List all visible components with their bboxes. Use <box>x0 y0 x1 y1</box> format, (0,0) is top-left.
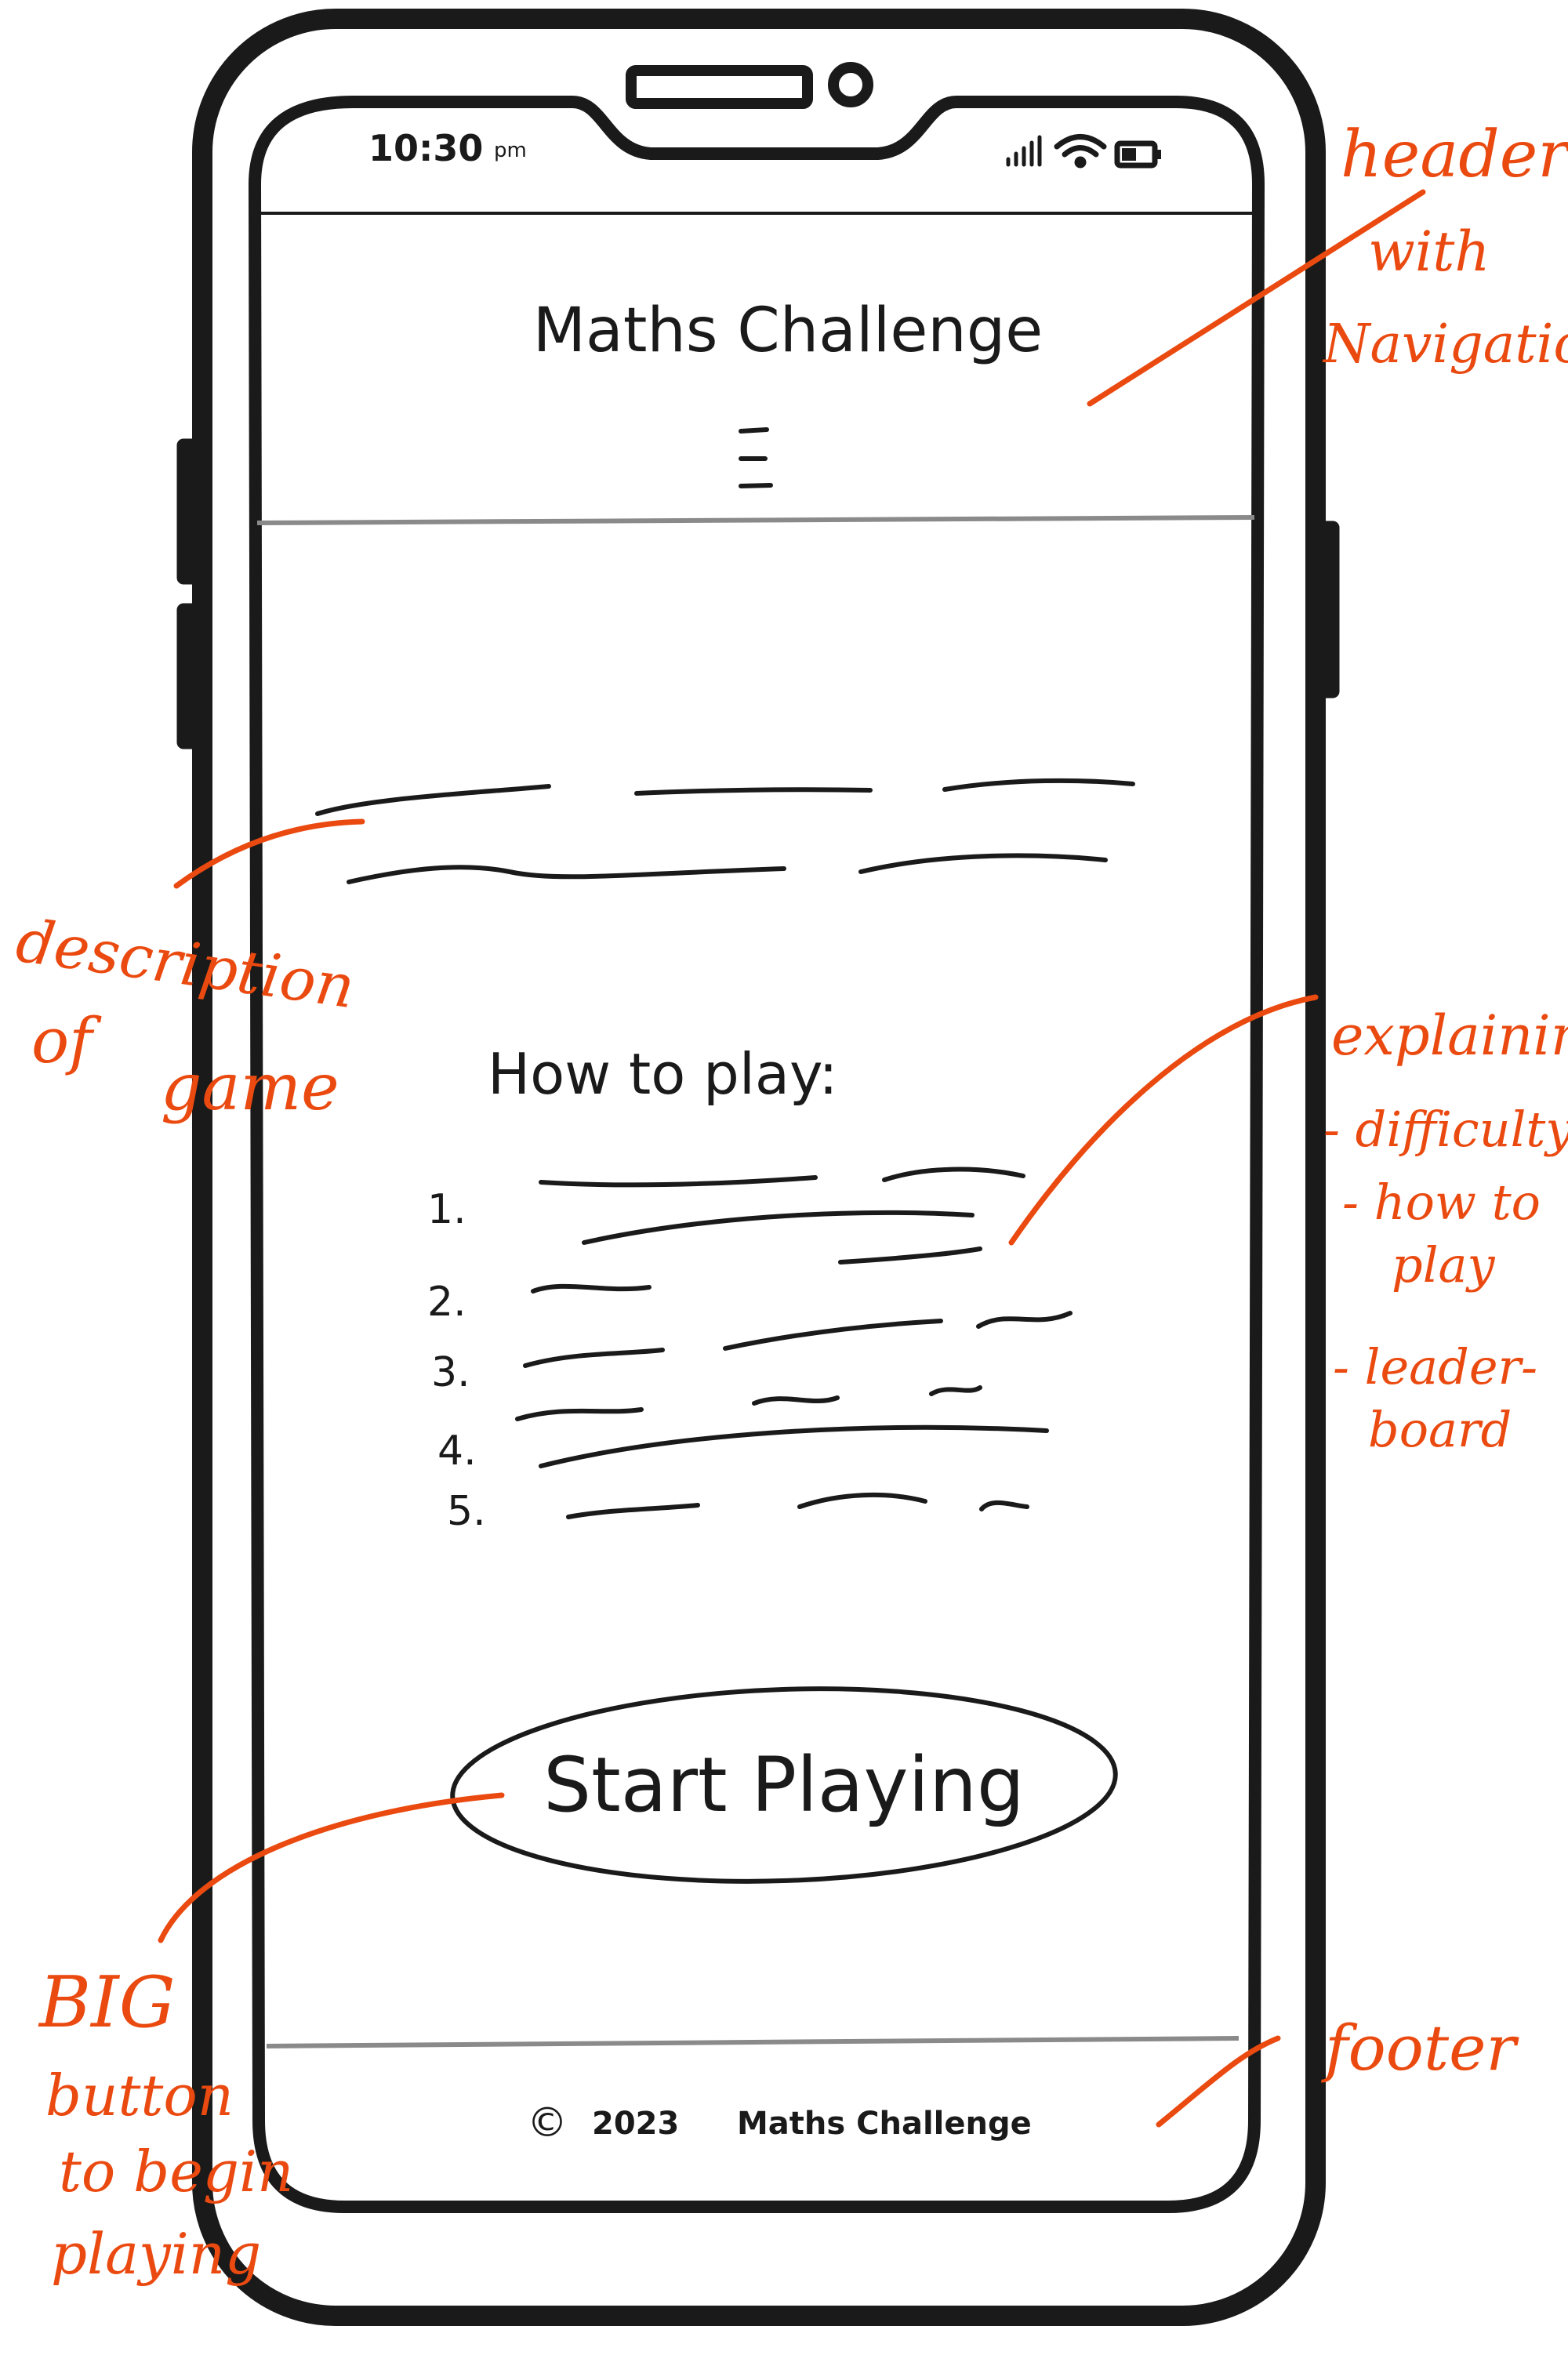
step-line <box>582 1210 975 1245</box>
step-line <box>882 1167 1025 1182</box>
description-line <box>634 787 873 796</box>
annotation-text: footer <box>1321 2012 1519 2085</box>
step-line <box>976 1311 1073 1329</box>
step-line <box>539 1175 818 1188</box>
annotation-text: board <box>1368 1401 1512 1458</box>
battery-icon <box>1114 140 1161 169</box>
how-to-play-steps-placeholder <box>515 1167 1073 1519</box>
annotation-text: game <box>161 1050 339 1125</box>
step-line <box>838 1246 982 1265</box>
annotation-text: button <box>45 2063 234 2128</box>
annotation-text: - how to <box>1342 1174 1541 1231</box>
annotations: header with Navigation description of ga… <box>12 118 1568 2287</box>
step-line <box>797 1492 927 1509</box>
step-line <box>515 1407 644 1421</box>
step-line <box>531 1283 652 1294</box>
footer-copyright-symbol: © <box>527 2099 568 2146</box>
phone-screen-outline <box>249 96 1265 2213</box>
header-bottom-divider <box>256 515 1255 525</box>
step-line <box>566 1503 700 1519</box>
annotation-text: - difficulty <box>1323 1101 1568 1158</box>
annotation-text: explaining <box>1331 1003 1568 1068</box>
hamburger-menu-icon[interactable] <box>739 427 773 488</box>
status-time: 10:30 <box>368 127 483 169</box>
phone-side-button-upper <box>176 438 203 585</box>
step-number: 4. <box>437 1428 477 1475</box>
footer-divider <box>266 2036 1240 2048</box>
front-camera <box>828 62 873 107</box>
phone-side-button-right <box>1315 521 1340 699</box>
header: Maths Challenge <box>256 212 1255 525</box>
how-to-play-section: How to play: 1. 2. 3. 4. 5. <box>427 1041 1073 1535</box>
start-button-label: Start Playing <box>543 1741 1025 1829</box>
step-number: 2. <box>427 1279 466 1326</box>
annotation-text: header <box>1341 118 1568 192</box>
footer-name: Maths Challenge <box>737 2106 1032 2142</box>
step-line <box>723 1319 943 1351</box>
step-line <box>539 1424 1049 1468</box>
annotation-text: with <box>1368 220 1490 284</box>
phone-side-button-lower <box>176 603 203 749</box>
annotation-text: play <box>1392 1236 1495 1294</box>
step-number: 5. <box>447 1488 486 1535</box>
earpiece-speaker <box>626 65 813 109</box>
step-line <box>929 1385 982 1396</box>
step-number: 1. <box>427 1186 466 1233</box>
annotation-text: - leader- <box>1333 1338 1537 1395</box>
how-to-play-heading: How to play: <box>488 1041 838 1107</box>
footer: © 2023 Maths Challenge <box>266 2036 1240 2146</box>
annotation-text: BIG <box>38 1961 176 2044</box>
description-line <box>315 784 551 816</box>
step-number: 3. <box>431 1349 470 1396</box>
step-line <box>523 1348 665 1368</box>
annotation-text: Navigation <box>1322 314 1568 376</box>
step-line <box>752 1395 840 1406</box>
annotation-text: of <box>31 1004 102 1077</box>
status-time-ampm: pm <box>494 139 527 162</box>
description-line <box>858 853 1108 874</box>
start-playing-button[interactable]: Start Playing <box>449 1678 1119 1892</box>
page-title: Maths Challenge <box>533 296 1044 366</box>
annotation-text: playing <box>51 2221 261 2287</box>
game-description-placeholder <box>315 778 1135 884</box>
description-line <box>347 865 786 884</box>
explaining-annotation-pointer <box>1008 994 1319 1246</box>
description-line <box>942 778 1135 792</box>
step-line <box>979 1500 1029 1511</box>
footer-year: 2023 <box>592 2106 679 2142</box>
annotation-text: to begin <box>59 2139 293 2204</box>
wifi-icon <box>1054 134 1107 169</box>
signal-icon <box>1006 135 1042 167</box>
wireframe-sketch: 10:30 pm Maths Challenge How to play: 1.… <box>0 0 1568 2352</box>
